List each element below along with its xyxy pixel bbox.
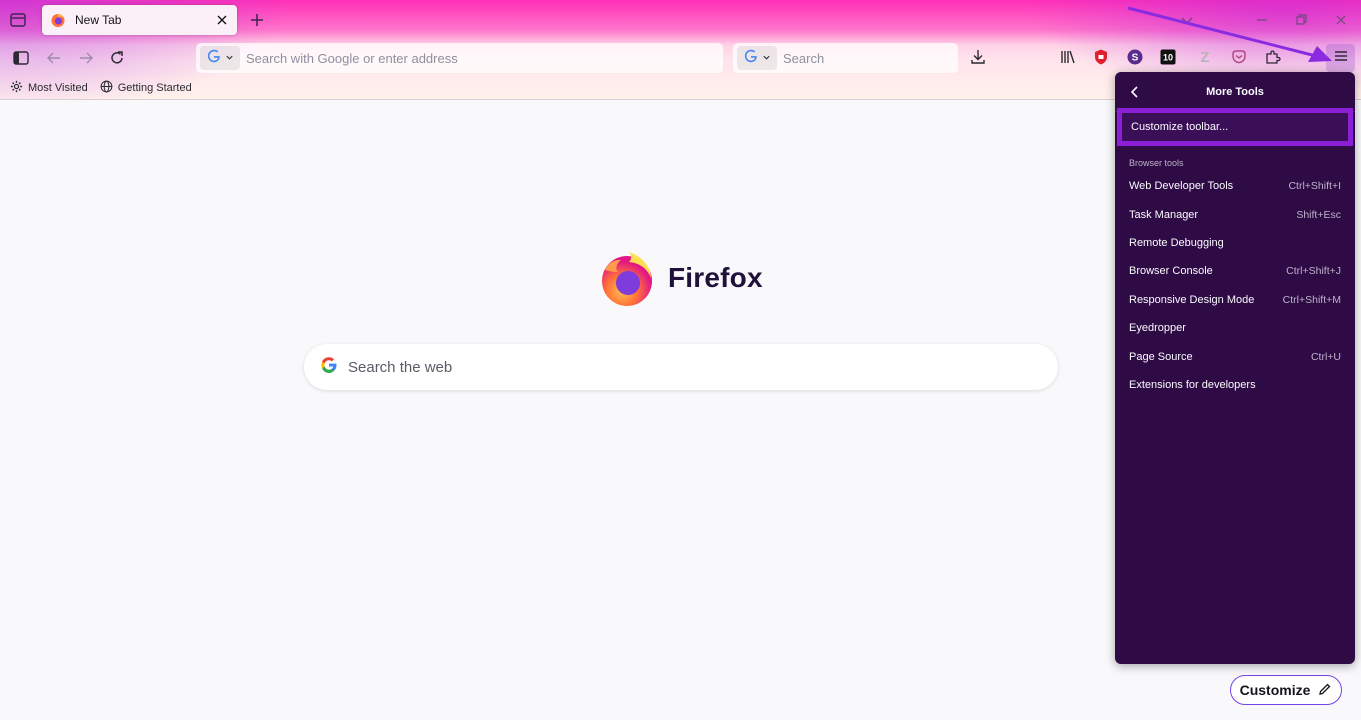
tab-title: New Tab xyxy=(75,13,122,27)
tab-list-icon[interactable] xyxy=(8,10,28,30)
menu-item-label: Extensions for developers xyxy=(1129,378,1256,391)
section-label-browser-tools: Browser tools xyxy=(1129,158,1184,168)
tab-close-icon[interactable] xyxy=(215,13,229,27)
bookmark-label: Most Visited xyxy=(28,82,88,94)
menu-item-shortcut: Ctrl+Shift+J xyxy=(1286,265,1341,278)
address-bar[interactable]: Search with Google or enter address xyxy=(196,43,723,73)
library-icon[interactable] xyxy=(1059,48,1077,66)
download-icon[interactable] xyxy=(969,48,987,66)
menu-item-shortcut: Shift+Esc xyxy=(1296,208,1341,221)
google-g-icon xyxy=(744,49,758,68)
menu-item-page-source[interactable]: Page Source Ctrl+U xyxy=(1115,342,1355,370)
google-g-icon xyxy=(207,49,221,68)
gear-icon xyxy=(10,80,23,96)
address-bar-placeholder: Search with Google or enter address xyxy=(246,50,458,66)
browser-tools-list: Web Developer Tools Ctrl+Shift+I Task Ma… xyxy=(1115,172,1355,399)
tab-new-tab[interactable]: New Tab xyxy=(42,5,237,35)
panel-header: More Tools xyxy=(1115,72,1355,112)
new-tab-icon[interactable] xyxy=(247,10,267,30)
back-icon[interactable] xyxy=(44,48,64,68)
customize-label: Customize xyxy=(1239,682,1311,698)
menu-item-shortcut: Ctrl+U xyxy=(1310,350,1341,363)
menu-item-eyedropper[interactable]: Eyedropper xyxy=(1115,314,1355,342)
chevron-down-icon xyxy=(225,49,234,67)
forward-icon[interactable] xyxy=(76,48,96,68)
search-engine-selector[interactable] xyxy=(200,46,240,70)
bookmark-most-visited[interactable]: Most Visited xyxy=(10,80,88,96)
web-search-placeholder: Search the web xyxy=(348,358,453,376)
firefox-logo-icon xyxy=(599,250,657,308)
firefox-wordmark: Firefox xyxy=(668,262,763,293)
customize-toolbar-item[interactable]: Customize toolbar... xyxy=(1117,108,1353,146)
menu-item-extensions-for-developers[interactable]: Extensions for developers xyxy=(1115,371,1355,399)
menu-item-label: Remote Debugging xyxy=(1129,236,1224,249)
search-bar-placeholder: Search xyxy=(783,50,825,66)
annotation-arrow-icon xyxy=(1127,6,1332,62)
ublock-shield-icon[interactable] xyxy=(1092,48,1110,66)
pencil-icon xyxy=(1318,682,1332,699)
back-arrow-icon[interactable] xyxy=(1127,84,1143,100)
firefox-favicon-icon xyxy=(50,12,66,28)
customize-button[interactable]: Customize xyxy=(1230,675,1342,705)
customize-toolbar-label: Customize toolbar... xyxy=(1131,121,1229,133)
reload-icon[interactable] xyxy=(107,48,127,68)
menu-item-browser-console[interactable]: Browser Console Ctrl+Shift+J xyxy=(1115,257,1355,285)
chevron-down-icon xyxy=(762,49,771,67)
menu-item-task-manager[interactable]: Task Manager Shift+Esc xyxy=(1115,200,1355,228)
menu-item-label: Eyedropper xyxy=(1129,322,1186,335)
menu-item-responsive-design-mode[interactable]: Responsive Design Mode Ctrl+Shift+M xyxy=(1115,286,1355,314)
menu-item-label: Browser Console xyxy=(1129,265,1213,278)
menu-item-label: Web Developer Tools xyxy=(1129,180,1234,193)
menu-item-web-developer-tools[interactable]: Web Developer Tools Ctrl+Shift+I xyxy=(1115,172,1355,200)
menu-item-shortcut: Ctrl+Shift+I xyxy=(1288,180,1341,193)
google-g-icon xyxy=(320,356,338,379)
more-tools-panel: More Tools Customize toolbar... Browser … xyxy=(1115,72,1355,664)
bookmark-getting-started[interactable]: Getting Started xyxy=(100,80,192,96)
sidebar-icon[interactable] xyxy=(11,48,31,68)
menu-item-label: Task Manager xyxy=(1129,208,1199,221)
bookmark-label: Getting Started xyxy=(117,82,192,94)
panel-title: More Tools xyxy=(1206,85,1264,98)
menu-item-shortcut: Ctrl+Shift+M xyxy=(1282,293,1341,306)
web-search-box[interactable]: Search the web xyxy=(304,344,1058,390)
menu-item-label: Responsive Design Mode xyxy=(1129,293,1255,306)
menu-item-label: Page Source xyxy=(1129,350,1193,363)
search-engine-selector[interactable] xyxy=(737,46,777,70)
menu-item-remote-debugging[interactable]: Remote Debugging xyxy=(1115,229,1355,257)
search-bar[interactable]: Search xyxy=(733,43,958,73)
globe-icon xyxy=(100,80,113,96)
